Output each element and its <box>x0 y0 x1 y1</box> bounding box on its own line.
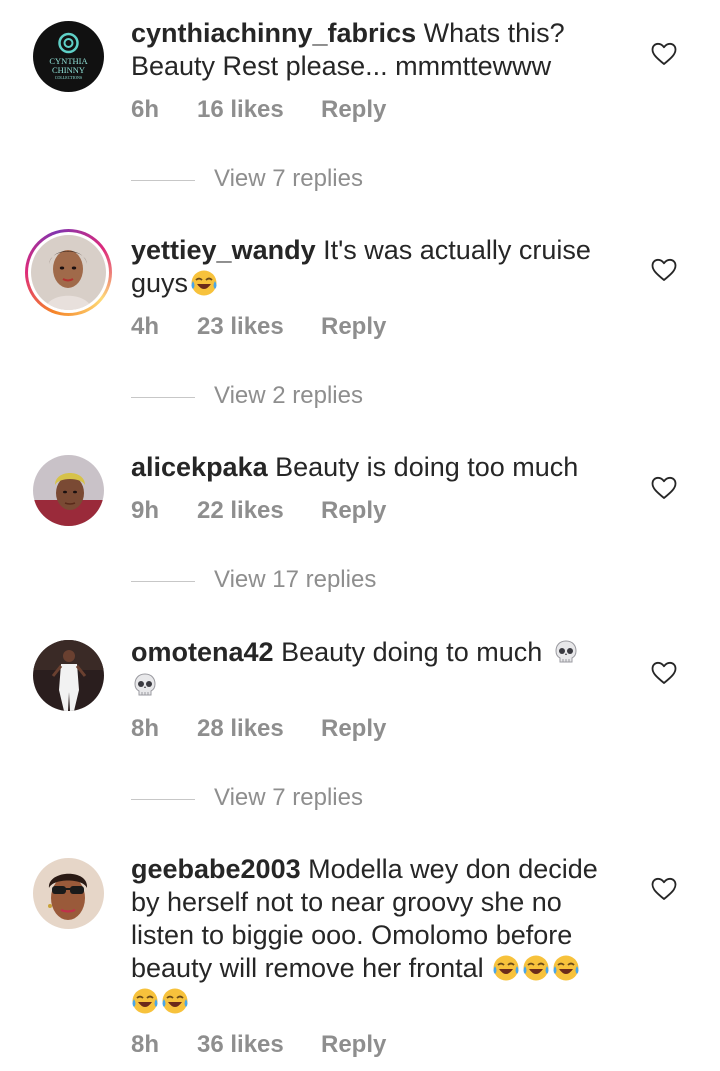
reply-button[interactable]: Reply <box>321 1031 386 1059</box>
tears-of-joy-emoji-icon <box>131 987 159 1015</box>
tears-of-joy-emoji-icon <box>190 269 218 297</box>
avatar[interactable] <box>33 455 104 526</box>
comment-username[interactable]: alicekpaka <box>131 452 268 482</box>
comment-likes[interactable]: 28 likes <box>197 715 284 743</box>
comment-time: 8h <box>131 1031 160 1058</box>
view-replies-label[interactable]: View 7 replies <box>214 165 363 193</box>
comment-text: omotena42 Beauty doing to much <box>131 636 631 702</box>
avatar[interactable] <box>33 640 104 711</box>
divider <box>131 581 195 582</box>
view-replies-button[interactable]: View 7 replies <box>131 784 531 814</box>
avatar[interactable] <box>33 858 104 929</box>
comment-time: 6h <box>131 96 160 123</box>
like-heart-icon[interactable] <box>651 877 677 901</box>
comment-username[interactable]: yettiey_wandy <box>131 235 316 265</box>
divider <box>131 799 195 800</box>
like-heart-icon[interactable] <box>651 42 677 66</box>
comment-text: geebabe2003 Modella wey don decide by he… <box>131 853 621 1018</box>
comment-likes[interactable]: 23 likes <box>197 313 284 341</box>
tears-of-joy-emoji-icon <box>552 954 580 982</box>
reply-button[interactable]: Reply <box>321 497 386 525</box>
comment-text: alicekpaka Beauty is doing too much <box>131 451 631 484</box>
view-replies-button[interactable]: View 17 replies <box>131 566 531 596</box>
skull-emoji-icon <box>131 671 159 699</box>
reply-button[interactable]: Reply <box>321 715 386 743</box>
avatar[interactable]: CYNTHIA CHINNY COLLECTIONS <box>33 21 104 92</box>
view-replies-label[interactable]: View 17 replies <box>214 566 376 594</box>
avatar-story-ring[interactable] <box>25 229 112 316</box>
comment-body: Beauty doing to much <box>281 637 543 667</box>
comment-username[interactable]: omotena42 <box>131 637 274 667</box>
like-heart-icon[interactable] <box>651 476 677 500</box>
comment-likes[interactable]: 22 likes <box>197 497 284 525</box>
tears-of-joy-emoji-icon <box>522 954 550 982</box>
reply-button[interactable]: Reply <box>321 96 386 124</box>
view-replies-button[interactable]: View 2 replies <box>131 382 531 412</box>
comment-username[interactable]: geebabe2003 <box>131 854 301 884</box>
view-replies-label[interactable]: View 7 replies <box>214 784 363 812</box>
like-heart-icon[interactable] <box>651 258 677 282</box>
comment-username[interactable]: cynthiachinny_fabrics <box>131 18 416 48</box>
svg-text:CHINNY: CHINNY <box>52 65 85 75</box>
comment-text: cynthiachinny_fabrics Whats this? Beauty… <box>131 17 631 83</box>
avatar <box>31 235 106 310</box>
divider <box>131 397 195 398</box>
tears-of-joy-emoji-icon <box>492 954 520 982</box>
comment-likes[interactable]: 36 likes <box>197 1031 284 1059</box>
comment-time: 8h <box>131 715 160 742</box>
comment-text: yettiey_wandy It's was actually cruise g… <box>131 234 631 300</box>
comment-time: 9h <box>131 497 160 524</box>
comment-likes[interactable]: 16 likes <box>197 96 284 124</box>
reply-button[interactable]: Reply <box>321 313 386 341</box>
view-replies-label[interactable]: View 2 replies <box>214 382 363 410</box>
view-replies-button[interactable]: View 7 replies <box>131 165 531 195</box>
tears-of-joy-emoji-icon <box>161 987 189 1015</box>
comment-body: Beauty is doing too much <box>275 452 579 482</box>
comment-time: 4h <box>131 313 160 340</box>
like-heart-icon[interactable] <box>651 661 677 685</box>
divider <box>131 180 195 181</box>
svg-text:COLLECTIONS: COLLECTIONS <box>55 75 82 80</box>
skull-emoji-icon <box>552 638 580 666</box>
